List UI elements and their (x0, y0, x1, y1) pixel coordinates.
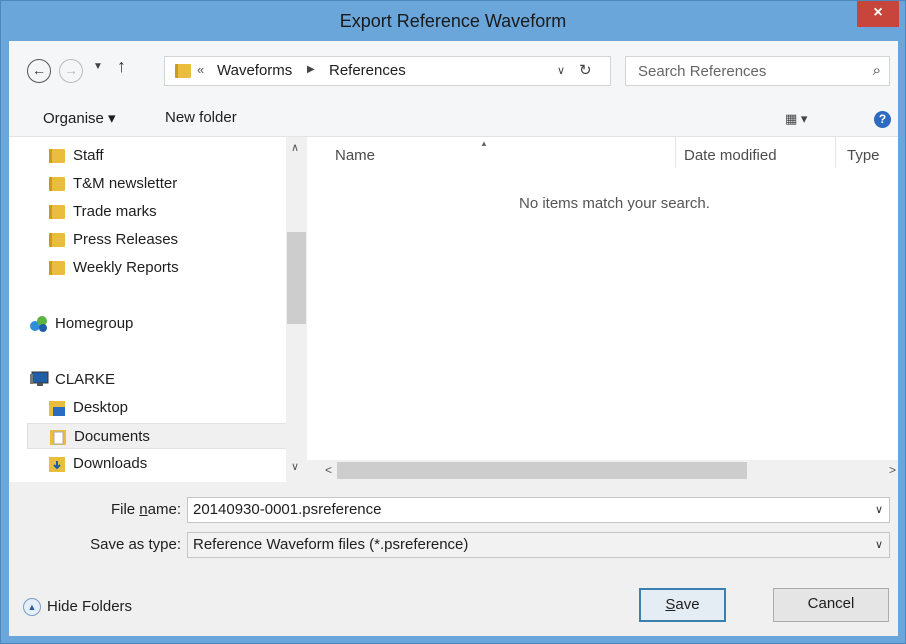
file-list-scrollbar[interactable]: < > (307, 460, 898, 482)
nav-item-staff[interactable]: Staff (45, 143, 285, 169)
nav-item-label: Trade marks (73, 203, 157, 220)
save-type-label: Save as type: (90, 536, 181, 553)
folder-icon (49, 261, 65, 275)
column-header-date[interactable]: Date modified (684, 147, 777, 164)
search-input[interactable]: Search References ⌕ (625, 56, 890, 86)
nav-pane-scrollbar[interactable]: ∧ ∨ (286, 137, 307, 482)
computer-icon (29, 371, 49, 391)
save-type-value: Reference Waveform files (*.psreference) (193, 536, 469, 553)
nav-item-tm-newsletter[interactable]: T&M newsletter (45, 171, 285, 197)
nav-item-label: Desktop (73, 399, 129, 416)
sort-ascending-icon: ▲ (480, 139, 488, 148)
save-type-select[interactable]: Reference Waveform files (*.psreference)… (187, 532, 890, 558)
help-icon[interactable]: ? (874, 111, 891, 128)
column-divider[interactable] (835, 137, 836, 167)
command-bar: Organise ▾ New folder ▦ ▾ ? (9, 101, 898, 137)
nav-item-label: CLARKE (55, 371, 116, 388)
nav-item-label: T&M newsletter (73, 175, 178, 192)
refresh-icon[interactable]: ↻ (579, 61, 592, 79)
title-bar[interactable]: Export Reference Waveform × (1, 1, 905, 41)
folder-icon (49, 205, 65, 219)
dialog-title: Export Reference Waveform (339, 11, 567, 31)
search-placeholder: Search References (638, 63, 767, 80)
nav-item-label: Press Releases (73, 231, 179, 248)
scroll-up-icon[interactable]: ∧ (291, 141, 299, 154)
file-name-label: File name: (110, 501, 181, 518)
nav-item-downloads[interactable]: Downloads (45, 451, 285, 477)
dialog-client: ← → ▼ ↑ « Waveforms ▶ References ∨ ↻ Sea… (9, 41, 898, 636)
breadcrumb-references[interactable]: References (329, 62, 406, 79)
homegroup-icon (29, 315, 49, 333)
breadcrumb-overflow[interactable]: « (197, 62, 204, 77)
column-divider[interactable] (675, 137, 676, 167)
forward-button[interactable]: → (59, 59, 83, 83)
navigation-bar: ← → ▼ ↑ « Waveforms ▶ References ∨ ↻ Sea… (9, 41, 898, 101)
folder-icon (49, 149, 65, 163)
chevron-down-icon[interactable]: ∨ (875, 503, 883, 516)
up-folder-button[interactable]: ↑ (117, 56, 126, 77)
address-bar[interactable]: « Waveforms ▶ References ∨ ↻ (164, 56, 611, 86)
search-icon[interactable]: ⌕ (873, 62, 881, 79)
column-header-name[interactable]: Name (335, 147, 375, 164)
scrollbar-thumb[interactable] (287, 232, 306, 324)
chevron-down-icon[interactable]: ∨ (875, 538, 883, 551)
recent-locations-icon[interactable]: ▼ (93, 61, 103, 72)
hide-folders-button[interactable]: ▲ Hide Folders (23, 598, 133, 617)
save-button[interactable]: Save (639, 588, 726, 622)
breadcrumb-arrow-icon[interactable]: ▶ (307, 64, 315, 75)
breadcrumb-waveforms[interactable]: Waveforms (217, 62, 292, 79)
downloads-folder-icon (49, 457, 65, 476)
folder-icon (49, 233, 65, 247)
file-name-input[interactable]: 20140930-0001.psreference ∨ (187, 497, 890, 523)
nav-item-label: Weekly Reports (73, 259, 179, 276)
close-button[interactable]: × (857, 1, 899, 27)
cancel-button[interactable]: Cancel (773, 588, 889, 622)
folder-icon (175, 64, 191, 78)
desktop-folder-icon (49, 401, 65, 420)
empty-message: No items match your search. (519, 195, 710, 212)
hide-folders-label: Hide Folders (47, 598, 133, 615)
dialog-window: Export Reference Waveform × ← → ▼ ↑ « Wa… (0, 0, 906, 644)
nav-item-weekly-reports[interactable]: Weekly Reports (45, 255, 285, 281)
scroll-left-icon[interactable]: < (325, 463, 332, 477)
nav-item-label: Documents (74, 428, 150, 445)
nav-item-label: Homegroup (55, 315, 134, 332)
new-folder-button[interactable]: New folder (165, 109, 237, 126)
column-header-type[interactable]: Type (847, 147, 880, 164)
nav-item-label: Staff (73, 147, 104, 164)
navigation-pane[interactable]: Staff T&M newsletter Trade marks Press R… (9, 137, 307, 482)
organise-menu[interactable]: Organise ▾ (43, 109, 116, 127)
scrollbar-thumb[interactable] (337, 462, 747, 479)
nav-item-homegroup[interactable]: Homegroup (25, 311, 285, 337)
collapse-up-icon: ▲ (23, 598, 41, 617)
scroll-down-icon[interactable]: ∨ (291, 460, 299, 473)
documents-folder-icon (50, 430, 66, 449)
nav-item-press-releases[interactable]: Press Releases (45, 227, 285, 253)
folder-icon (49, 177, 65, 191)
nav-item-computer[interactable]: CLARKE (25, 367, 285, 393)
nav-item-trade-marks[interactable]: Trade marks (45, 199, 285, 225)
back-button[interactable]: ← (27, 59, 51, 83)
nav-item-documents[interactable]: Documents (27, 423, 292, 449)
address-dropdown-icon[interactable]: ∨ (557, 64, 565, 77)
change-view-icon[interactable]: ▦ ▾ (785, 111, 807, 127)
nav-item-desktop[interactable]: Desktop (45, 395, 285, 421)
scroll-right-icon[interactable]: > (889, 463, 896, 477)
file-list[interactable]: ▲ Name Date modified Type No items match… (307, 137, 898, 482)
file-name-value: 20140930-0001.psreference (193, 501, 382, 518)
nav-item-label: Downloads (73, 455, 148, 472)
